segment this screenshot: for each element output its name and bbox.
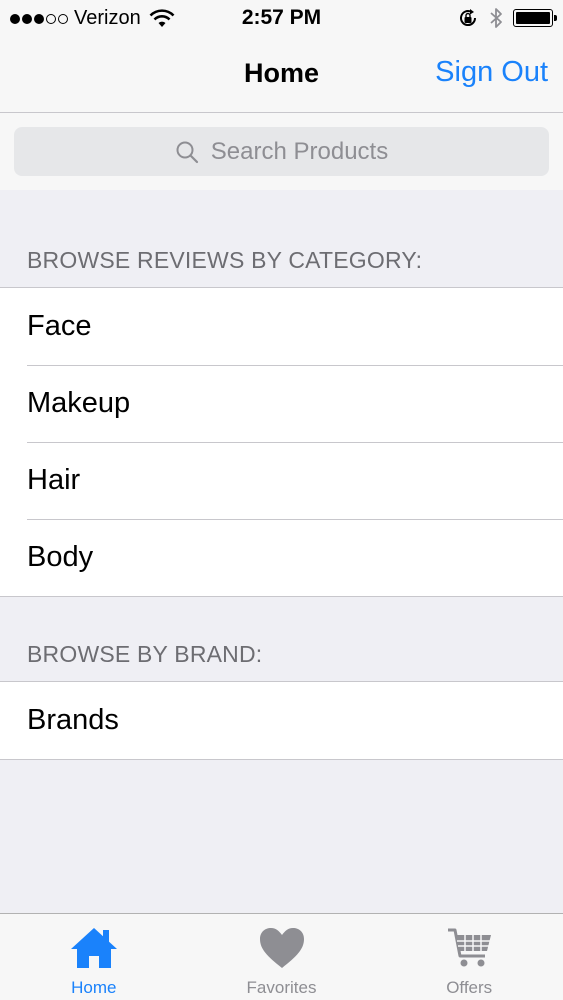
status-bar: Verizon 2:57 PM bbox=[0, 0, 563, 38]
category-item-face[interactable]: Face bbox=[0, 288, 563, 365]
navigation-bar: Home Sign Out bbox=[0, 38, 563, 113]
tab-bar: Home Favorites Offers bbox=[0, 913, 563, 1000]
status-right bbox=[457, 7, 557, 29]
tab-favorites[interactable]: Favorites bbox=[188, 914, 376, 1000]
category-item-hair[interactable]: Hair bbox=[0, 442, 563, 519]
tab-offers[interactable]: Offers bbox=[375, 914, 563, 1000]
bluetooth-icon bbox=[490, 8, 502, 28]
category-item-makeup[interactable]: Makeup bbox=[0, 365, 563, 442]
search-area: Search Products bbox=[0, 113, 563, 190]
sign-out-button[interactable]: Sign Out bbox=[435, 56, 548, 89]
tab-home-label: Home bbox=[71, 978, 117, 997]
search-placeholder: Search Products bbox=[210, 137, 389, 165]
search-input[interactable]: Search Products bbox=[14, 127, 549, 176]
rotation-lock-icon bbox=[460, 9, 477, 27]
search-icon bbox=[176, 141, 198, 163]
heart-icon bbox=[259, 928, 304, 968]
tab-home[interactable]: Home bbox=[0, 914, 188, 1000]
tab-favorites-label: Favorites bbox=[246, 978, 317, 997]
brand-item-brands[interactable]: Brands bbox=[0, 682, 563, 759]
category-list: Face Makeup Hair Body bbox=[0, 287, 563, 597]
brand-section-header: BROWSE BY BRAND: bbox=[27, 641, 263, 667]
category-section-header: BROWSE REVIEWS BY CATEGORY: bbox=[27, 247, 423, 273]
cart-icon bbox=[448, 928, 492, 967]
home-icon bbox=[70, 928, 117, 968]
tab-offers-label: Offers bbox=[446, 978, 493, 997]
brand-list: Brands bbox=[0, 681, 563, 760]
category-item-body[interactable]: Body bbox=[0, 519, 563, 596]
battery-icon bbox=[513, 9, 557, 27]
